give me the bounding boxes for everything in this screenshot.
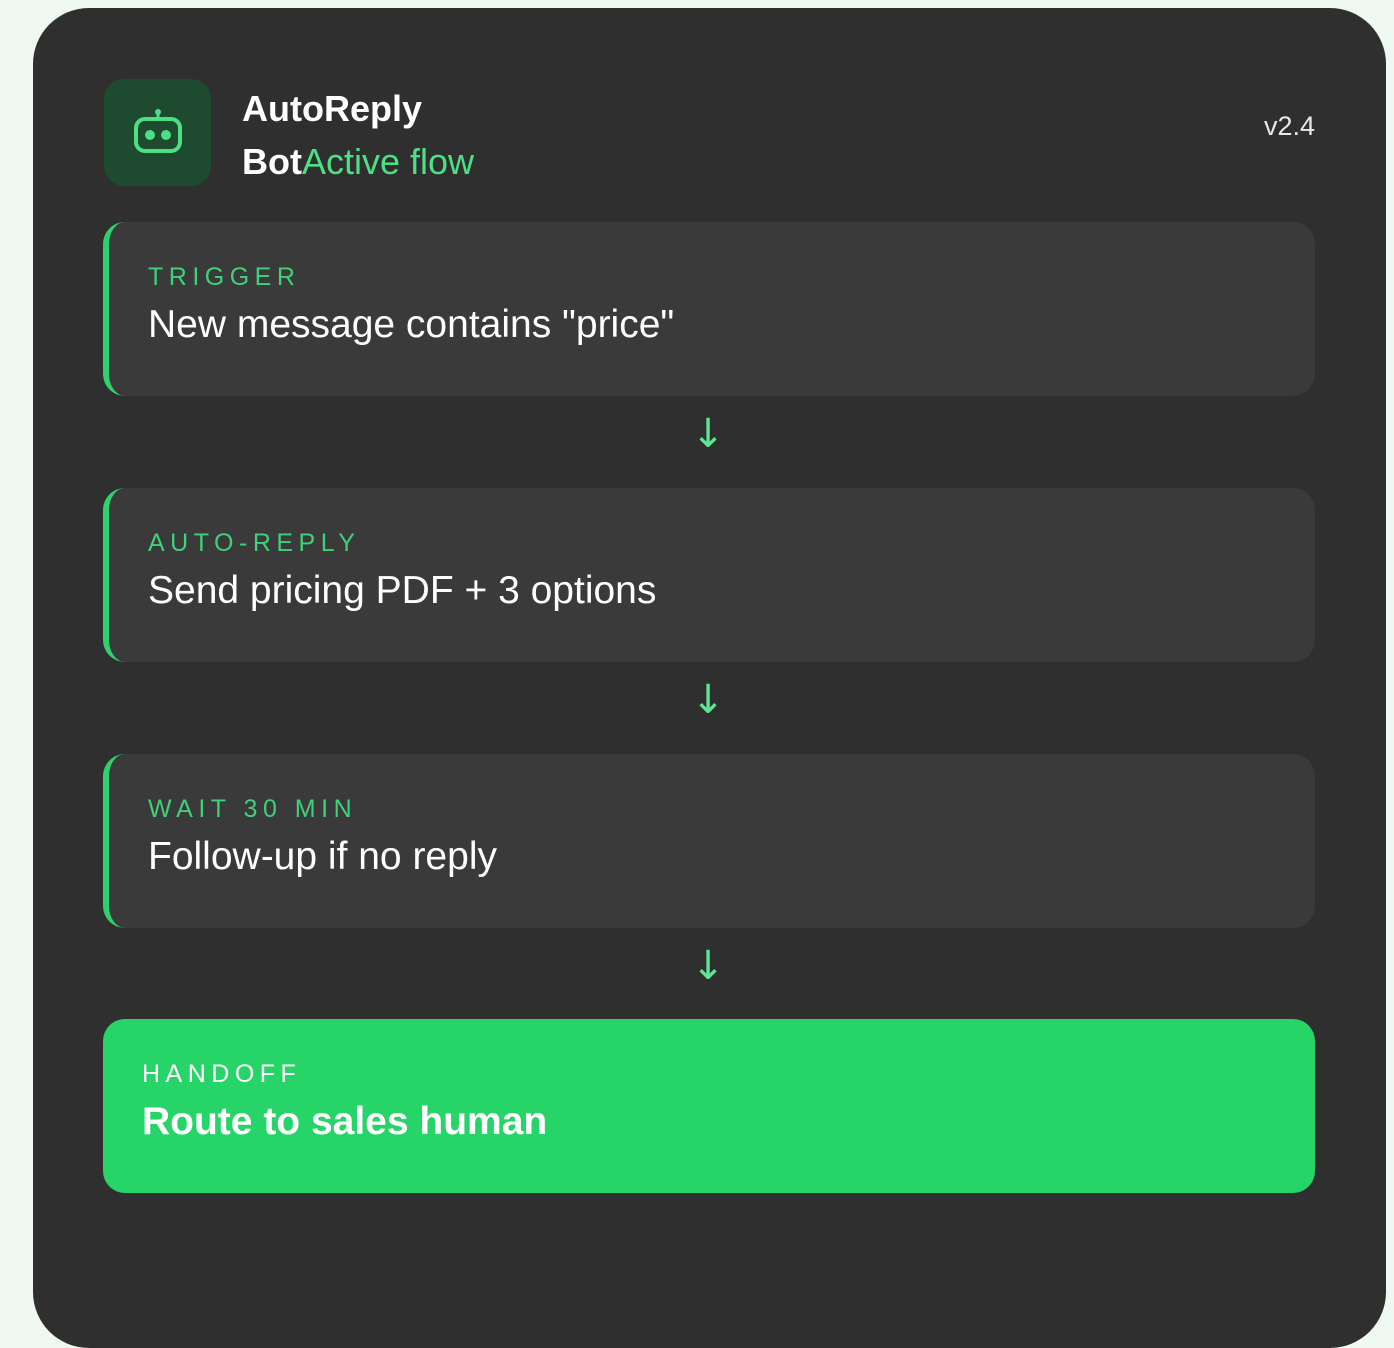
step-label: AUTO-REPLY <box>148 529 361 557</box>
version-badge: v2.4 <box>1263 111 1315 141</box>
step-handoff[interactable]: HANDOFF Route to sales human <box>103 1019 1315 1193</box>
app-title: AutoReply <box>242 88 422 129</box>
flow-card: AutoReply BotActive flow v2.4 TRIGGER Ne… <box>33 8 1386 1348</box>
app-subtitle: BotActive flow <box>242 135 474 189</box>
arrow-down-icon: ↓ <box>691 677 725 723</box>
robot-icon <box>133 108 182 153</box>
handoff-text: Route to sales human <box>142 1100 548 1143</box>
step-text: Follow-up if no reply <box>148 835 497 878</box>
bot-logo <box>104 79 211 186</box>
step-wait[interactable]: WAIT 30 MIN Follow-up if no reply <box>103 754 1315 928</box>
step-text: Send pricing PDF + 3 options <box>148 569 657 612</box>
step-label: WAIT 30 MIN <box>148 795 358 823</box>
step-text: New message contains "price" <box>148 303 675 346</box>
step-auto-reply[interactable]: AUTO-REPLY Send pricing PDF + 3 options <box>103 488 1315 662</box>
flow-header: AutoReply BotActive flow v2.4 <box>104 79 1315 187</box>
step-label: TRIGGER <box>148 263 301 291</box>
arrow-down-icon: ↓ <box>691 943 725 989</box>
subtitle-strong: Bot <box>242 141 302 182</box>
header-titles: AutoReply BotActive flow <box>242 83 474 189</box>
step-trigger[interactable]: TRIGGER New message contains "price" <box>103 222 1315 396</box>
flow-status: Active flow <box>301 141 475 182</box>
handoff-label: HANDOFF <box>142 1060 302 1088</box>
arrow-down-icon: ↓ <box>691 411 725 457</box>
